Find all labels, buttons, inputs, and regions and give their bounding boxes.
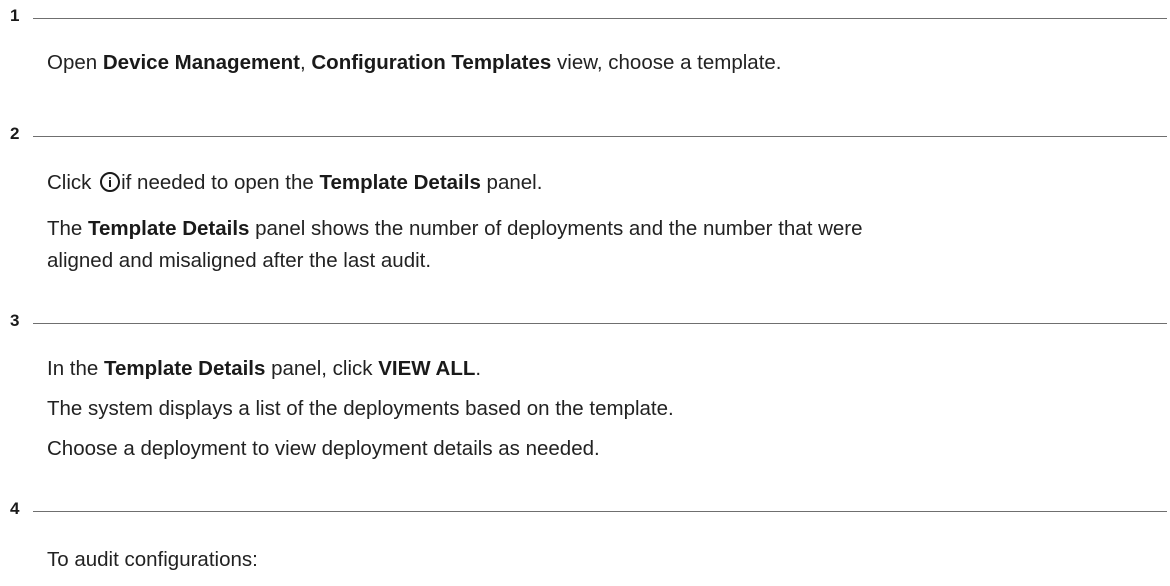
step-divider	[33, 511, 1167, 512]
ui-term: Configuration Templates	[311, 51, 552, 74]
ui-term: VIEW ALL	[378, 357, 476, 380]
step-number: 2	[10, 124, 20, 143]
step-header: 2	[0, 120, 1170, 150]
step-text: Open Device Management, Configuration Te…	[47, 51, 782, 74]
ui-term: Device Management	[102, 51, 300, 74]
step-text: The Template Details panel shows the num…	[47, 217, 863, 240]
step-3: 3 In the Template Details panel, click V…	[0, 307, 1170, 460]
step-text: Choose a deployment to view deployment d…	[47, 437, 600, 460]
step-text: Click if needed to open the Template Det…	[47, 171, 543, 194]
step-1: 1 Open Device Management, Configuration …	[0, 2, 1170, 74]
step-header: 4	[0, 495, 1170, 525]
step-text: In the Template Details panel, click VIE…	[47, 357, 482, 380]
step-number: 4	[10, 499, 20, 518]
ui-term: Template Details	[88, 217, 250, 240]
step-divider	[33, 136, 1167, 137]
step-text: The system displays a list of the deploy…	[47, 397, 674, 420]
step-header: 3	[0, 307, 1170, 337]
step-header: 1	[0, 2, 1170, 32]
step-text: aligned and misaligned after the last au…	[47, 249, 432, 272]
info-icon	[100, 172, 121, 192]
ui-term: Template Details	[319, 171, 481, 194]
step-divider	[33, 323, 1167, 324]
step-text: To audit configurations:	[47, 548, 258, 571]
ui-term: Template Details	[104, 357, 266, 380]
step-number: 1	[10, 6, 20, 25]
step-divider	[33, 18, 1167, 19]
step-4: 4 To audit configurations:	[0, 495, 1170, 571]
step-2: 2 Click if needed to open the Template D…	[0, 120, 1170, 272]
step-number: 3	[10, 311, 20, 330]
